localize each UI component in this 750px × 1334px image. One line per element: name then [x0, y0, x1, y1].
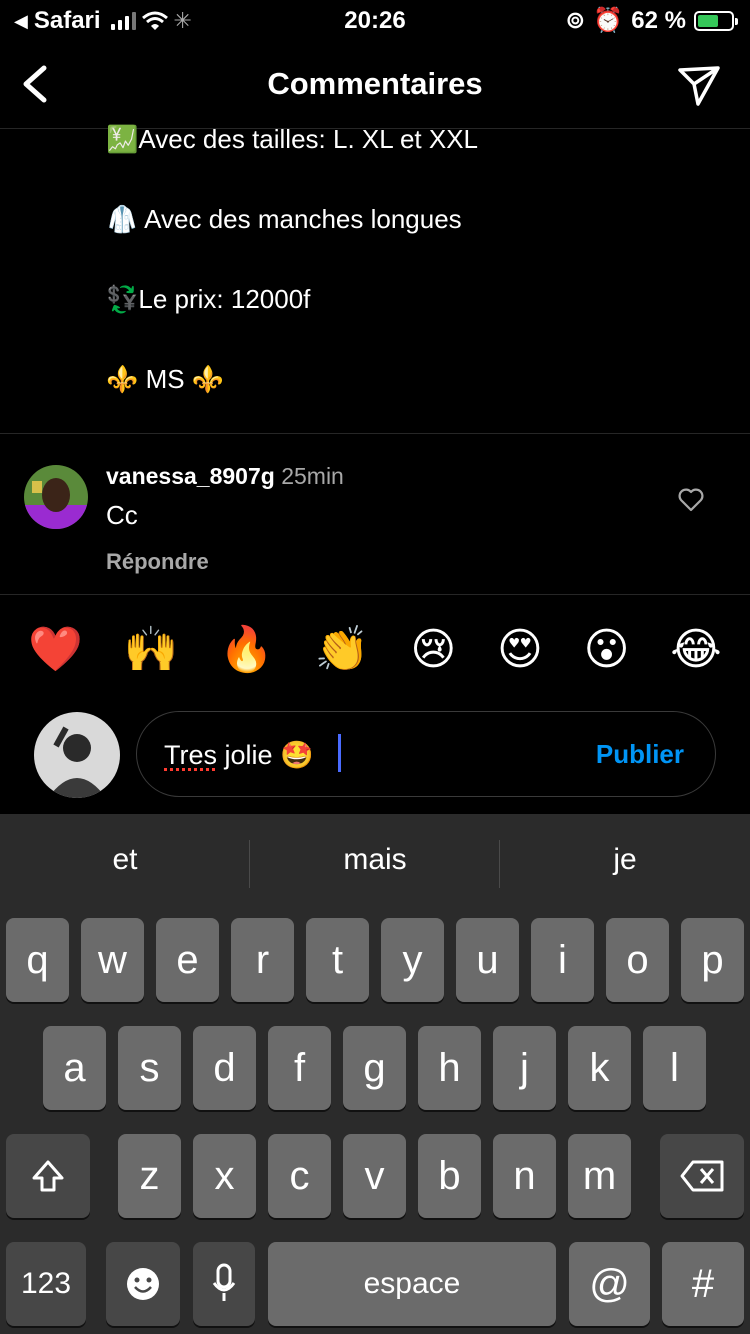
key-i[interactable]: i [531, 918, 594, 1002]
my-avatar [34, 712, 120, 798]
backspace-key[interactable] [660, 1134, 744, 1218]
divider [0, 594, 750, 595]
reaction-heart[interactable]: ❤️ [28, 620, 83, 680]
key-o[interactable]: o [606, 918, 669, 1002]
input-text-rest: jolie 🤩 [217, 740, 314, 770]
caption-text: MS ⚜️ [138, 364, 225, 394]
chart-emoji: 💹 [106, 124, 139, 154]
reaction-laughing[interactable]: 😂 [670, 620, 721, 680]
key-a[interactable]: a [43, 1026, 106, 1110]
coat-emoji: 🥼 [106, 204, 139, 234]
heart-icon[interactable] [678, 488, 704, 512]
avatar-image [24, 465, 88, 529]
publish-button[interactable]: Publier [596, 739, 684, 770]
shift-key[interactable] [6, 1134, 90, 1218]
reaction-bar: ❤️ 🙌 🔥 👏 😢 😍 😮 😂 [0, 620, 750, 680]
key-u[interactable]: u [456, 918, 519, 1002]
suggestion[interactable]: je [500, 828, 750, 892]
key-t[interactable]: t [306, 918, 369, 1002]
text-caret [338, 734, 341, 772]
caption-text: Le prix: 12000f [138, 284, 311, 314]
reaction-crying[interactable]: 😢 [410, 620, 456, 680]
suggestion[interactable]: mais [250, 828, 500, 892]
key-w[interactable]: w [81, 918, 144, 1002]
microphone-icon [212, 1263, 236, 1301]
reaction-surprised[interactable]: 😮 [584, 620, 630, 680]
avatar[interactable] [24, 465, 88, 529]
key-q[interactable]: q [6, 918, 69, 1002]
header: Commentaires [0, 40, 750, 129]
reply-button[interactable]: Répondre [106, 549, 209, 575]
key-n[interactable]: n [493, 1134, 556, 1218]
emoji-key[interactable] [106, 1242, 180, 1326]
key-b[interactable]: b [418, 1134, 481, 1218]
emoji-icon [127, 1268, 159, 1300]
caption-text: Avec des tailles: L. XL et XXL [138, 124, 479, 154]
reaction-clap[interactable]: 👏 [315, 620, 370, 680]
fleur-de-lis-emoji: ⚜️ [106, 364, 139, 394]
status-right: ⊚ ⏰ 62 % [565, 6, 738, 35]
caption-line: 💱Le prix: 12000f [106, 284, 310, 315]
paper-plane-icon[interactable] [676, 62, 722, 108]
divider [0, 433, 750, 434]
key-e[interactable]: e [156, 918, 219, 1002]
key-z[interactable]: z [118, 1134, 181, 1218]
alarm-icon: ⏰ [593, 7, 624, 34]
key-d[interactable]: d [193, 1026, 256, 1110]
key-c[interactable]: c [268, 1134, 331, 1218]
my-avatar-image [34, 712, 120, 798]
caption-line: ⚜️ MS ⚜️ [106, 364, 224, 395]
caption-line: 🥼 Avec des manches longues [106, 204, 462, 235]
orientation-lock-icon: ⊚ [565, 7, 586, 34]
shift-icon [32, 1160, 64, 1192]
reaction-heart-eyes[interactable]: 😍 [497, 620, 543, 680]
at-key[interactable]: @ [569, 1242, 650, 1326]
comment-input-text[interactable]: Tres jolie 🤩 [164, 739, 314, 771]
page-title: Commentaires [267, 66, 483, 101]
reaction-raised-hands[interactable]: 🙌 [124, 620, 179, 680]
key-v[interactable]: v [343, 1134, 406, 1218]
battery-fill [698, 14, 718, 27]
status-bar: ◀ Safari ✳ 20:26 ⊚ ⏰ 62 % [0, 0, 750, 40]
key-r[interactable]: r [231, 918, 294, 1002]
caption-text: Avec des manches longues [138, 204, 462, 234]
currency-exchange-emoji: 💱 [106, 284, 139, 314]
misspelled-word[interactable]: Tres [164, 740, 217, 770]
key-y[interactable]: y [381, 918, 444, 1002]
reaction-fire[interactable]: 🔥 [219, 620, 274, 680]
key-g[interactable]: g [343, 1026, 406, 1110]
suggestion[interactable]: et [0, 828, 250, 892]
hash-key[interactable]: # [662, 1242, 744, 1326]
numbers-key[interactable]: 123 [6, 1242, 86, 1326]
backspace-icon [680, 1160, 724, 1192]
comment-username[interactable]: vanessa_8907g [106, 463, 275, 489]
comment-header: vanessa_8907g 25min [106, 463, 344, 490]
key-j[interactable]: j [493, 1026, 556, 1110]
comment-time: 25min [281, 463, 344, 489]
battery-percent: 62 % [631, 6, 686, 34]
caption-line: 💹Avec des tailles: L. XL et XXL [106, 124, 478, 155]
key-m[interactable]: m [568, 1134, 631, 1218]
key-s[interactable]: s [118, 1026, 181, 1110]
key-x[interactable]: x [193, 1134, 256, 1218]
space-key[interactable]: espace [268, 1242, 556, 1326]
key-k[interactable]: k [568, 1026, 631, 1110]
comment-text: Cc [106, 500, 138, 530]
key-h[interactable]: h [418, 1026, 481, 1110]
dictation-key[interactable] [193, 1242, 255, 1326]
key-p[interactable]: p [681, 918, 744, 1002]
key-f[interactable]: f [268, 1026, 331, 1110]
key-l[interactable]: l [643, 1026, 706, 1110]
battery-icon [694, 10, 738, 31]
